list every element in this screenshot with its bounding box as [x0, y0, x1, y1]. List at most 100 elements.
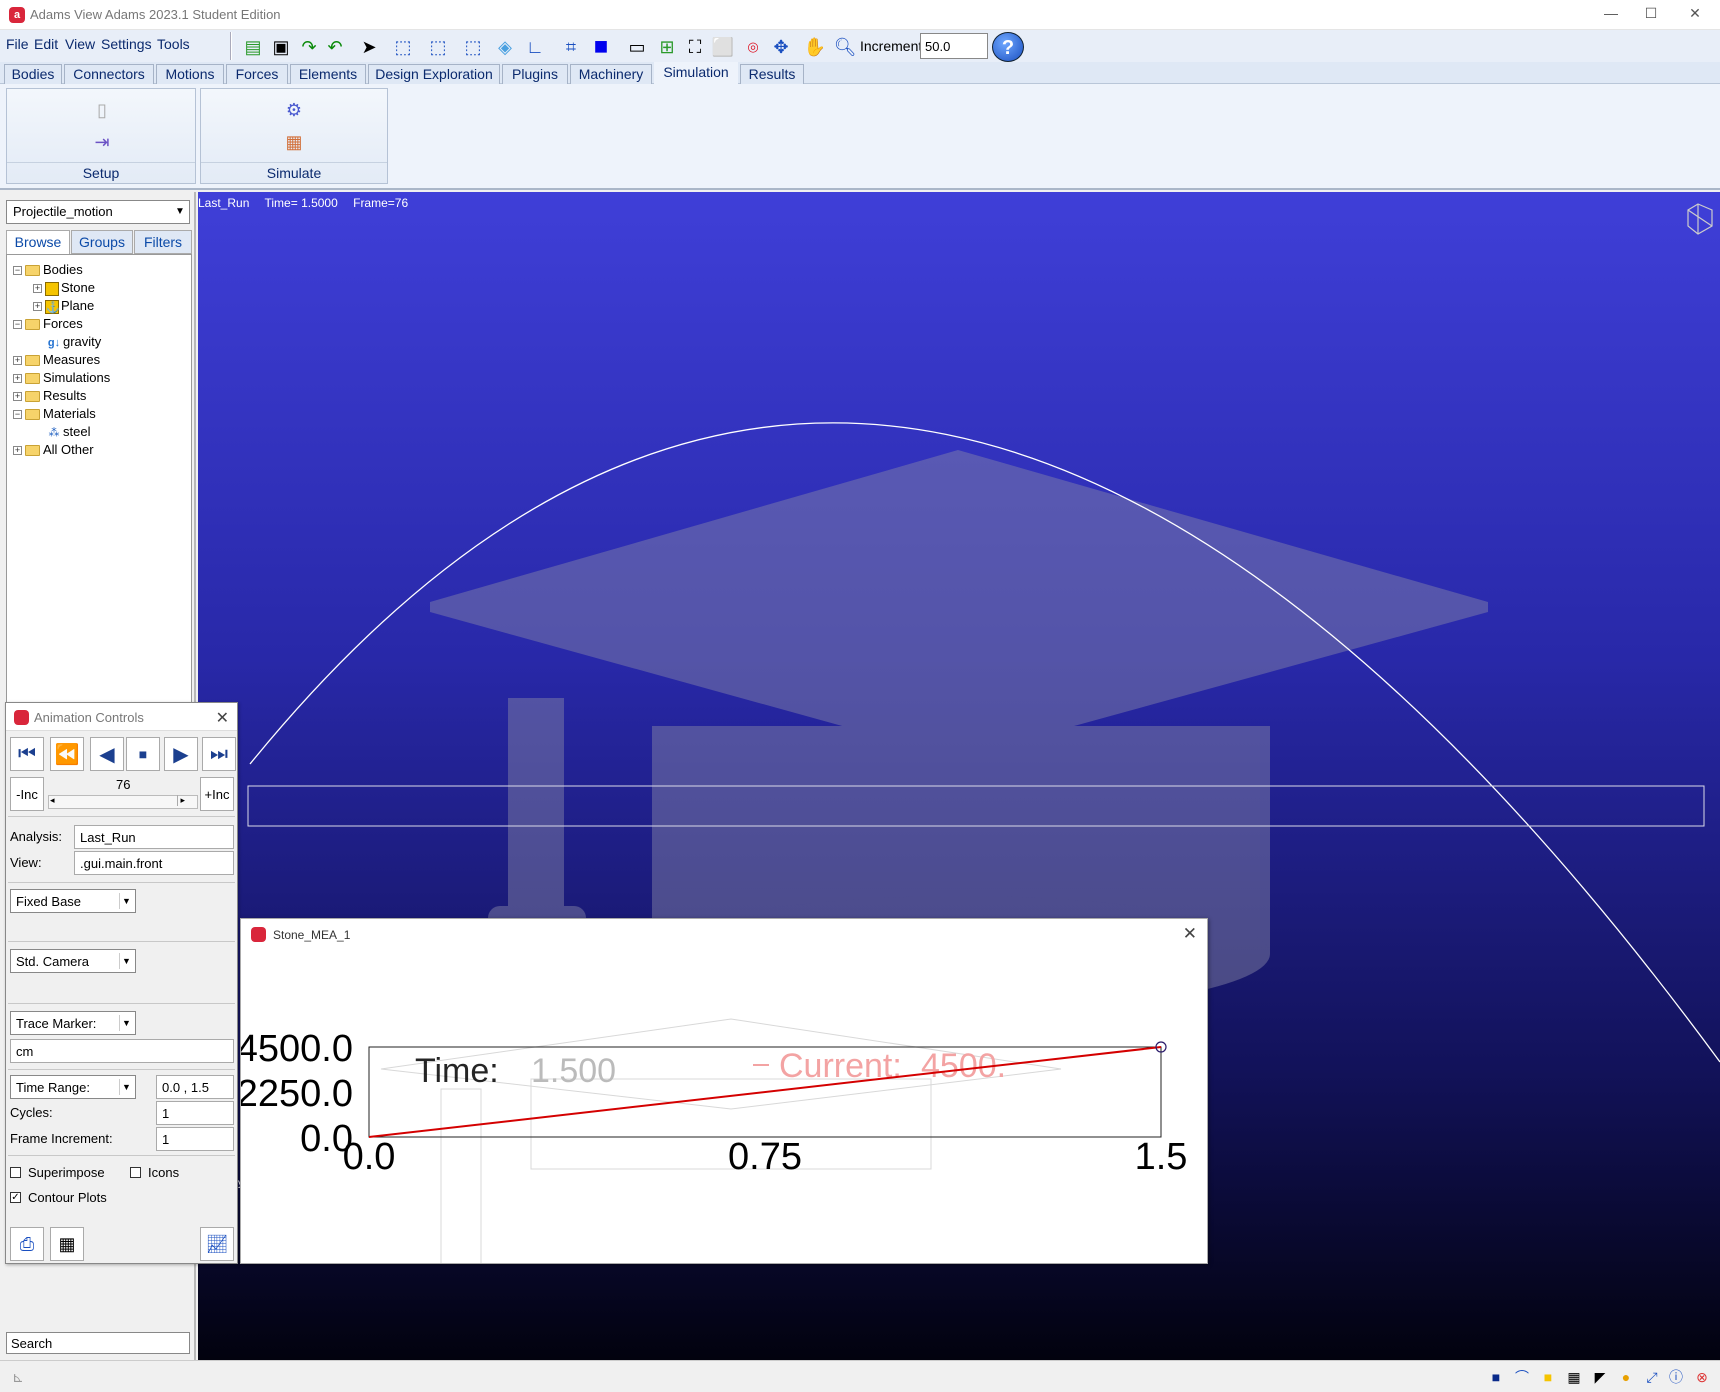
part-icon[interactable]: ■ — [1538, 1367, 1558, 1387]
calculator-icon[interactable]: ▦ — [50, 1227, 84, 1261]
minimize-button[interactable]: — — [1596, 5, 1626, 25]
tree-node-measures[interactable]: + Measures — [13, 351, 100, 369]
expand-icon[interactable]: + — [13, 392, 22, 402]
info-icon[interactable]: ⓘ — [1666, 1367, 1686, 1387]
rotate-icon[interactable]: ✥ — [768, 34, 794, 60]
menu-view[interactable]: View — [65, 36, 95, 52]
expand-icon[interactable]: + — [33, 284, 42, 294]
import-icon[interactable]: ⇥ — [91, 131, 113, 153]
tree-node-results[interactable]: + Results — [13, 387, 86, 405]
display-icon[interactable]: ■ — [1486, 1367, 1506, 1387]
chevron-down-icon[interactable]: ▼ — [119, 1015, 133, 1031]
tree-node-gravity[interactable]: g↓ gravity — [47, 333, 101, 351]
camera-select[interactable]: Std. Camera ▼ — [10, 949, 136, 973]
marker-icon[interactable]: ◤ — [1590, 1367, 1610, 1387]
table-icon[interactable]: ▦ — [1564, 1367, 1584, 1387]
tree-node-forces[interactable]: − Forces — [13, 315, 83, 333]
view-front-icon[interactable]: ⬚ — [390, 34, 416, 60]
menu-settings[interactable]: Settings — [101, 36, 152, 52]
time-range-input[interactable] — [156, 1075, 234, 1099]
search-input[interactable]: Search — [6, 1332, 190, 1354]
collapse-icon[interactable]: − — [13, 410, 22, 420]
tree-node-stone[interactable]: + Stone — [33, 279, 95, 297]
cycles-input[interactable] — [156, 1101, 234, 1125]
go-to-start-icon[interactable]: ⏮ — [10, 737, 44, 771]
checkmark-icon[interactable]: ✓ — [10, 1192, 21, 1203]
dec-increment-button[interactable]: -Inc — [10, 777, 44, 811]
increment-input[interactable] — [920, 33, 988, 59]
stop-icon[interactable]: ■ — [126, 737, 160, 771]
analysis-input[interactable] — [74, 825, 234, 849]
close-button[interactable]: ✕ — [1680, 5, 1710, 25]
tab-filters[interactable]: Filters — [134, 230, 192, 254]
triad-icon[interactable]: ∟ — [522, 34, 548, 60]
zoom-box-icon[interactable]: ⛶ — [682, 34, 708, 60]
view-cube-icon[interactable] — [1687, 203, 1713, 235]
model-select[interactable]: Projectile_motion ▼ — [6, 200, 190, 224]
play-icon[interactable]: ▶ — [164, 737, 198, 771]
play-reverse-icon[interactable]: ◀ — [90, 737, 124, 771]
error-icon[interactable]: ⊗ — [1692, 1367, 1712, 1387]
tab-simulation[interactable]: Simulation — [654, 62, 738, 85]
slider-thumb[interactable]: ▸ — [177, 795, 185, 806]
tab-elements[interactable]: Elements — [290, 64, 366, 84]
tab-groups[interactable]: Groups — [71, 230, 133, 254]
tab-results[interactable]: Results — [740, 64, 804, 84]
expand-icon[interactable]: + — [13, 356, 22, 366]
tab-connectors[interactable]: Connectors — [64, 64, 154, 84]
tree-node-plane[interactable]: + ⚓Plane — [33, 297, 94, 315]
tree-node-all-other[interactable]: + All Other — [13, 441, 94, 459]
collapse-icon[interactable]: − — [13, 266, 22, 276]
superimpose-checkbox[interactable]: Superimpose — [10, 1165, 105, 1180]
tab-forces[interactable]: Forces — [226, 64, 288, 84]
expand-icon[interactable]: + — [13, 446, 22, 456]
icons-checkbox[interactable]: Icons — [130, 1165, 179, 1180]
tab-plugins[interactable]: Plugins — [502, 64, 568, 84]
frame-slider[interactable]: ◂ ▸ — [48, 795, 198, 809]
chevron-down-icon[interactable]: ▼ — [173, 203, 187, 221]
plot-icon[interactable]: ⌒ — [1512, 1367, 1532, 1387]
frame-increment-input[interactable] — [156, 1127, 234, 1151]
document-icon[interactable]: ▯ — [91, 99, 113, 121]
chevron-down-icon[interactable]: ▼ — [119, 893, 133, 909]
checkbox-box[interactable] — [10, 1167, 21, 1178]
tree-node-materials[interactable]: − Materials — [13, 405, 96, 423]
maximize-button[interactable]: ☐ — [1636, 5, 1666, 25]
redo-icon[interactable]: ↷ — [296, 34, 322, 60]
base-select[interactable]: Fixed Base ▼ — [10, 889, 136, 913]
tab-machinery[interactable]: Machinery — [570, 64, 652, 84]
coordinate-icon[interactable]: ⤢ — [1642, 1367, 1662, 1387]
chevron-down-icon[interactable]: ▼ — [119, 1079, 133, 1095]
checkbox-box[interactable] — [130, 1167, 141, 1178]
select-pointer-icon[interactable]: ➤ — [356, 34, 382, 60]
tab-bodies[interactable]: Bodies — [4, 64, 62, 84]
undo-icon[interactable]: ↶ — [322, 34, 348, 60]
expand-icon[interactable]: + — [33, 302, 42, 312]
zoom-icon[interactable]: 🔍︎ — [832, 34, 858, 60]
collapse-icon[interactable]: − — [13, 320, 22, 330]
gear-icon[interactable]: ⚙ — [283, 99, 305, 121]
trace-marker-select[interactable]: Trace Marker: ▼ — [10, 1011, 136, 1035]
trace-marker-input[interactable] — [10, 1039, 234, 1063]
menu-file[interactable]: File — [6, 36, 29, 52]
chevron-down-icon[interactable]: ▼ — [119, 953, 133, 969]
menu-tools[interactable]: Tools — [157, 36, 190, 52]
go-to-end-icon[interactable]: ⏭ — [202, 737, 236, 771]
menu-edit[interactable]: Edit — [34, 36, 58, 52]
mesh-icon[interactable]: ⌗ — [558, 34, 584, 60]
save-animation-icon[interactable]: ⎙ — [10, 1227, 44, 1261]
new-model-icon[interactable]: ▤ — [240, 34, 266, 60]
save-icon[interactable]: ▣ — [268, 34, 294, 60]
close-icon[interactable]: ✕ — [1183, 924, 1197, 944]
arrow-left-icon[interactable]: ◂ — [50, 795, 55, 806]
view-right-icon[interactable]: ⬚ — [460, 34, 486, 60]
tree-node-steel[interactable]: ⁂ steel — [47, 423, 91, 441]
view-input[interactable] — [74, 851, 234, 875]
plot-icon[interactable]: 📈︎ — [200, 1227, 234, 1261]
inc-increment-button[interactable]: +Inc — [200, 777, 234, 811]
color-icon[interactable]: ■ — [588, 33, 614, 60]
window-titlebar[interactable]: Stone_MEA_1 ✕ — [241, 919, 1207, 949]
contour-plots-checkbox[interactable]: ✓ Contour Plots — [10, 1190, 107, 1205]
calculator-icon[interactable]: ▦ — [283, 131, 305, 153]
globe-icon[interactable]: ● — [1616, 1367, 1636, 1387]
